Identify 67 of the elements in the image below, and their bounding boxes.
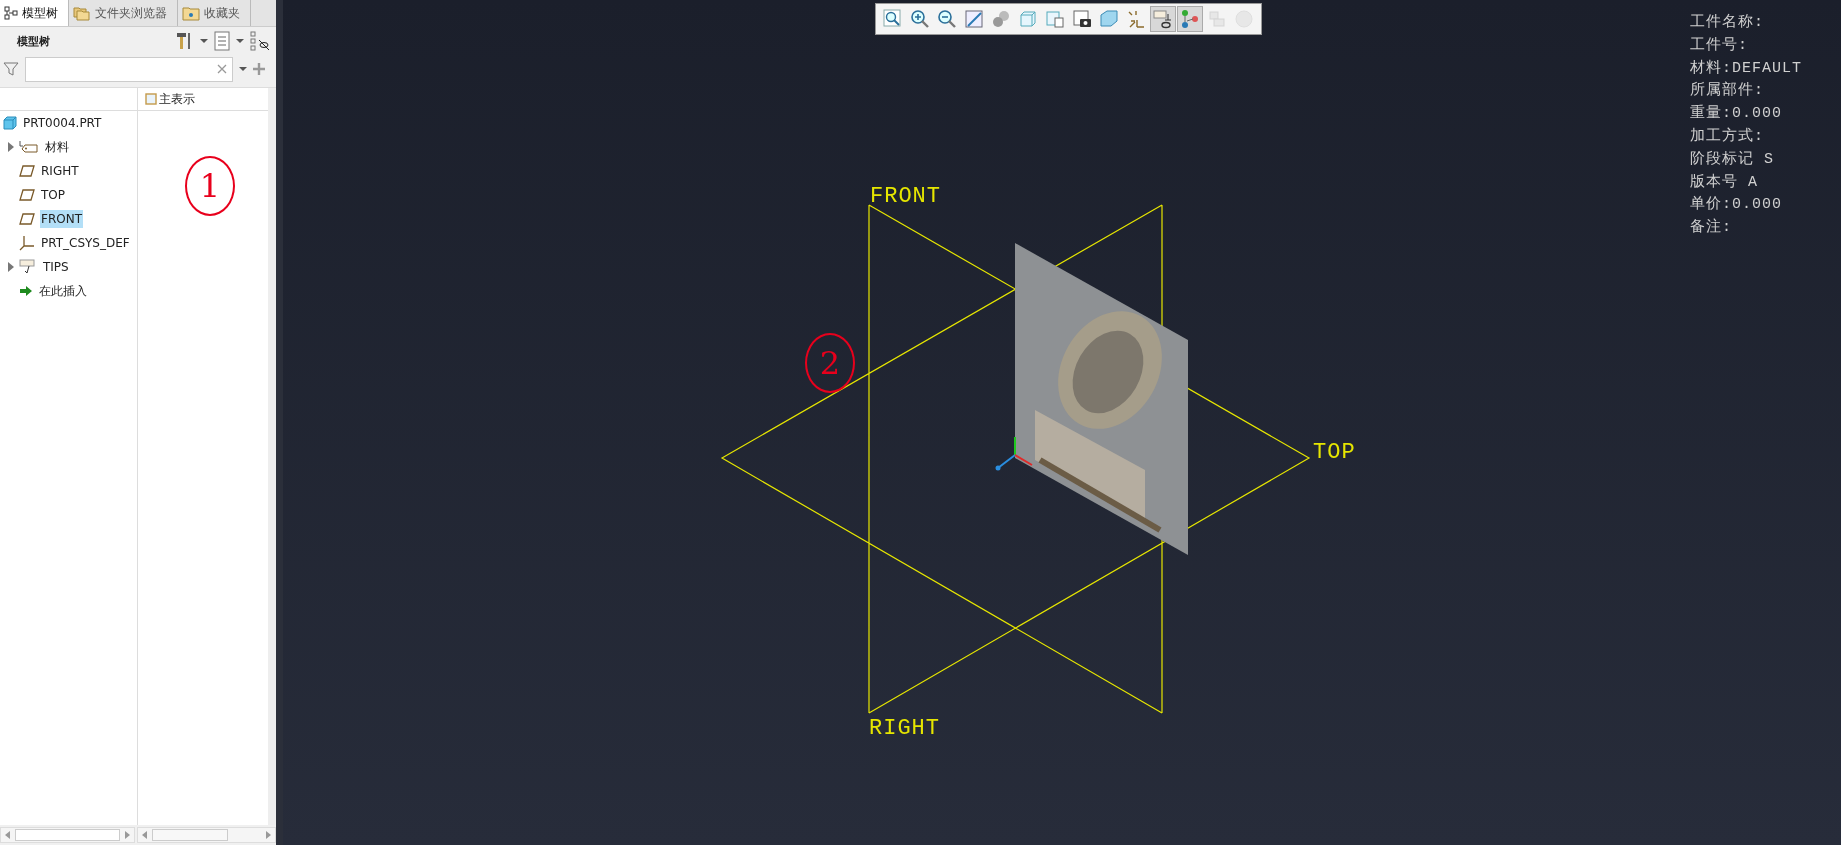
caret-icon[interactable] bbox=[236, 37, 244, 45]
part-info-text: 工件号: bbox=[1690, 35, 1749, 56]
clear-icon[interactable] bbox=[217, 64, 227, 74]
panel-tab[interactable]: 模型树 bbox=[0, 0, 69, 26]
add-icon[interactable] bbox=[253, 63, 265, 75]
tree-item[interactable]: PRT0004.PRT bbox=[22, 114, 103, 132]
datum-icon bbox=[1126, 9, 1146, 29]
coordinate-axes-icon bbox=[995, 436, 1033, 471]
tree-item[interactable]: 在此插入 bbox=[38, 280, 88, 302]
filter-icon[interactable] bbox=[3, 61, 19, 77]
column-header[interactable]: 主表示 bbox=[138, 90, 195, 108]
search-field[interactable] bbox=[25, 56, 233, 82]
arrow-icon bbox=[19, 285, 33, 297]
note-icon bbox=[19, 259, 37, 275]
part-info-text: 单价:0.000 bbox=[1690, 195, 1783, 216]
tree-item[interactable]: 材料 bbox=[44, 136, 70, 158]
blocks-icon bbox=[1207, 9, 1227, 29]
datum-plane-icon bbox=[19, 165, 35, 177]
datum-plane-icon bbox=[19, 189, 35, 201]
horizontal-scrollbar[interactable] bbox=[136, 827, 276, 843]
tree-item[interactable]: TOP bbox=[40, 186, 66, 204]
zoom-in-icon bbox=[910, 9, 930, 29]
coordinate-system-icon bbox=[19, 235, 35, 251]
folder-icon bbox=[73, 5, 91, 21]
folder-icon bbox=[182, 5, 200, 21]
panel-title: 模型树 bbox=[17, 33, 50, 49]
list-icon[interactable] bbox=[214, 31, 230, 51]
connector-icon bbox=[1180, 9, 1200, 29]
part-info-text: 工件名称: bbox=[1690, 13, 1765, 33]
shading-icon bbox=[991, 9, 1011, 29]
part-info-text: 材料:DEFAULT bbox=[1690, 58, 1802, 79]
datum-plane-label: FRONT bbox=[870, 184, 941, 209]
part-info-text: 所属部件: bbox=[1690, 80, 1765, 102]
zoom-out-icon bbox=[937, 9, 957, 29]
expand-icon[interactable] bbox=[7, 262, 15, 272]
tag-icon bbox=[19, 140, 39, 154]
zoom-fit-icon bbox=[883, 9, 903, 29]
handwritten-annotation: 1 bbox=[185, 156, 235, 216]
part-info-text: 阶段标记 S bbox=[1690, 149, 1775, 170]
connector-button[interactable] bbox=[1177, 6, 1203, 32]
annotations-button[interactable] bbox=[1150, 6, 1176, 32]
display-style-icon bbox=[1099, 9, 1119, 29]
datum-plane-label: RIGHT bbox=[869, 716, 940, 741]
tree-item[interactable]: TIPS bbox=[42, 258, 70, 276]
saved-views-icon bbox=[1045, 9, 1065, 29]
frame-icon bbox=[145, 93, 157, 105]
tree-item[interactable]: FRONT bbox=[40, 210, 83, 228]
part-info-text: 备注: bbox=[1690, 217, 1733, 239]
tree-item[interactable]: RIGHT bbox=[40, 162, 80, 180]
expand-icon[interactable] bbox=[7, 142, 15, 152]
datum-plane-label: TOP bbox=[1313, 440, 1356, 465]
tree-icon bbox=[4, 6, 18, 20]
view-icon bbox=[1018, 9, 1038, 29]
part-icon bbox=[3, 116, 17, 130]
caret-icon[interactable] bbox=[239, 65, 247, 73]
part-info-text: 加工方式: bbox=[1690, 126, 1765, 147]
snapshot-icon bbox=[1072, 9, 1092, 29]
horizontal-scrollbar[interactable] bbox=[0, 827, 135, 843]
handwritten-annotation: 2 bbox=[805, 333, 855, 393]
part-info-text: 版本号 A bbox=[1690, 172, 1759, 193]
repaint-icon bbox=[964, 9, 984, 29]
annotations-icon bbox=[1153, 9, 1173, 29]
caret-icon[interactable] bbox=[200, 37, 208, 45]
tree-item[interactable]: PRT_CSYS_DEF bbox=[40, 234, 131, 252]
part-info-text: 重量:0.000 bbox=[1690, 103, 1783, 125]
datum-plane-icon bbox=[19, 213, 35, 225]
tree-filter-icon[interactable] bbox=[250, 31, 270, 51]
